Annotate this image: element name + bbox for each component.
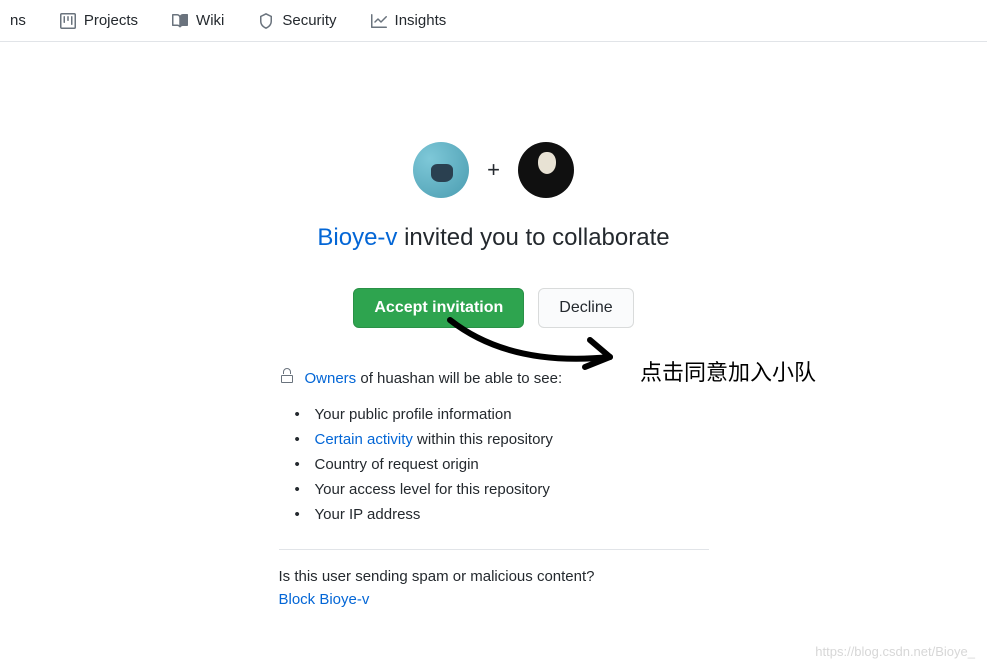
nav-tab-wiki[interactable]: Wiki	[172, 12, 224, 29]
list-item: Your access level for this repository	[303, 477, 709, 502]
invitation-main: + Bioye-v invited you to collaborate Acc…	[0, 42, 987, 608]
avatar-you	[518, 142, 574, 198]
insights-icon	[371, 13, 387, 29]
nav-tabs: ns Projects Wiki Security Insights	[0, 0, 987, 42]
button-row: Accept invitation Decline	[353, 288, 633, 328]
nav-tab-label: Security	[282, 12, 336, 29]
info-list: Your public profile information Certain …	[279, 402, 709, 527]
nav-tab-cut: ns	[10, 12, 26, 29]
projects-icon	[60, 13, 76, 29]
owners-rest: of huashan will be able to see:	[356, 370, 562, 387]
decline-button[interactable]: Decline	[538, 288, 633, 328]
nav-tab-insights[interactable]: Insights	[371, 12, 447, 29]
watermark: https://blog.csdn.net/Bioye_	[815, 644, 975, 659]
security-icon	[258, 13, 274, 29]
accept-button[interactable]: Accept invitation	[353, 288, 524, 328]
list-item: Your IP address	[303, 502, 709, 527]
avatar-inviter	[413, 142, 469, 198]
list-item: Your public profile information	[303, 402, 709, 427]
block-user-link[interactable]: Block Bioye-v	[279, 591, 709, 608]
nav-tab-label: Insights	[395, 12, 447, 29]
spam-question: Is this user sending spam or malicious c…	[279, 568, 709, 585]
plus-icon: +	[487, 157, 500, 183]
lock-icon	[279, 368, 295, 388]
wiki-icon	[172, 13, 188, 29]
invite-title: Bioye-v invited you to collaborate	[317, 224, 669, 252]
divider	[279, 549, 709, 550]
nav-tab-label: Wiki	[196, 12, 224, 29]
inviter-link[interactable]: Bioye-v	[317, 224, 397, 251]
list-item: Country of request origin	[303, 452, 709, 477]
invite-title-suffix: invited you to collaborate	[397, 224, 669, 251]
list-item: Certain activity within this repository	[303, 427, 709, 452]
nav-tab-security[interactable]: Security	[258, 12, 336, 29]
avatar-row: +	[413, 142, 574, 198]
annotation-text: 点击同意加入小队	[640, 355, 816, 387]
certain-activity-link[interactable]: Certain activity	[315, 431, 413, 448]
spam-block: Is this user sending spam or malicious c…	[279, 568, 709, 608]
nav-tab-projects[interactable]: Projects	[60, 12, 138, 29]
info-block: Owners of huashan will be able to see: Y…	[279, 368, 709, 608]
owners-link[interactable]: Owners	[305, 370, 357, 387]
nav-tab-label: Projects	[84, 12, 138, 29]
